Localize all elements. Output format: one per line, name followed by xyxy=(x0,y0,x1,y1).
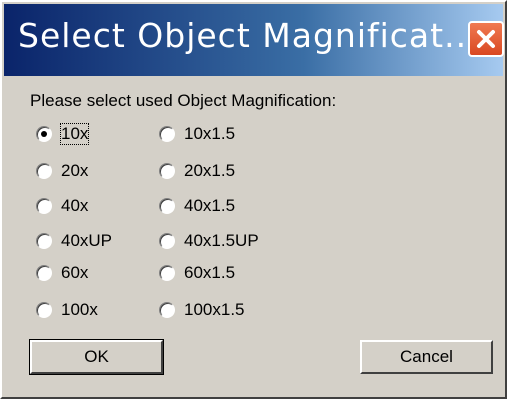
radio-option-100x[interactable]: 100x xyxy=(36,298,98,322)
radio-button[interactable] xyxy=(36,233,52,249)
radio-button[interactable] xyxy=(159,126,175,142)
radio-label: 40x xyxy=(61,196,89,215)
radio-label: 60x1.5 xyxy=(184,263,236,282)
radio-button[interactable] xyxy=(159,302,175,318)
radio-option-60x1.5[interactable]: 60x1.5 xyxy=(159,261,235,285)
radio-option-10x1.5[interactable]: 10x1.5 xyxy=(159,122,235,146)
window-title: Select Object Magnificat... xyxy=(18,16,479,55)
radio-button[interactable] xyxy=(36,163,52,179)
radio-button[interactable] xyxy=(159,163,175,179)
radio-label: 40x1.5 xyxy=(184,196,236,215)
radio-button[interactable] xyxy=(159,198,175,214)
radio-label: 20x xyxy=(61,161,89,180)
radio-option-20x1.5[interactable]: 20x1.5 xyxy=(159,159,235,183)
close-button[interactable] xyxy=(468,21,504,57)
radio-label: 20x1.5 xyxy=(184,161,236,180)
ok-button-label: OK xyxy=(84,347,109,366)
radio-label: 40x1.5UP xyxy=(184,231,259,250)
prompt-label: Please select used Object Magnification: xyxy=(30,91,337,110)
radio-button[interactable] xyxy=(36,302,52,318)
radio-button[interactable] xyxy=(159,265,175,281)
radio-option-10x[interactable]: 10x xyxy=(36,122,90,146)
radio-option-60x[interactable]: 60x xyxy=(36,261,88,285)
title-bar[interactable]: Select Object Magnificat... xyxy=(4,4,504,76)
radio-option-40x1.5[interactable]: 40x1.5 xyxy=(159,194,235,218)
ok-button[interactable]: OK xyxy=(29,339,164,375)
cancel-button[interactable]: Cancel xyxy=(360,340,493,374)
radio-option-100x1.5[interactable]: 100x1.5 xyxy=(159,298,245,322)
dialog-window: Select Object Magnificat... Please selec… xyxy=(0,0,507,399)
radio-label: 100x xyxy=(61,300,98,319)
cancel-button-label: Cancel xyxy=(400,347,453,366)
radio-option-40x1.5up[interactable]: 40x1.5UP xyxy=(159,229,259,253)
radio-button[interactable] xyxy=(36,198,52,214)
radio-label: 60x xyxy=(61,263,89,282)
radio-option-40xup[interactable]: 40xUP xyxy=(36,229,112,253)
radio-button[interactable] xyxy=(36,126,52,142)
radio-option-40x[interactable]: 40x xyxy=(36,194,88,218)
radio-label: 10x1.5 xyxy=(184,124,236,143)
radio-label: 10x xyxy=(59,123,90,145)
radio-button[interactable] xyxy=(36,265,52,281)
close-icon xyxy=(477,30,495,48)
radio-option-20x[interactable]: 20x xyxy=(36,159,88,183)
radio-label: 100x1.5 xyxy=(184,300,245,319)
radio-button[interactable] xyxy=(159,233,175,249)
radio-label: 40xUP xyxy=(61,231,113,250)
